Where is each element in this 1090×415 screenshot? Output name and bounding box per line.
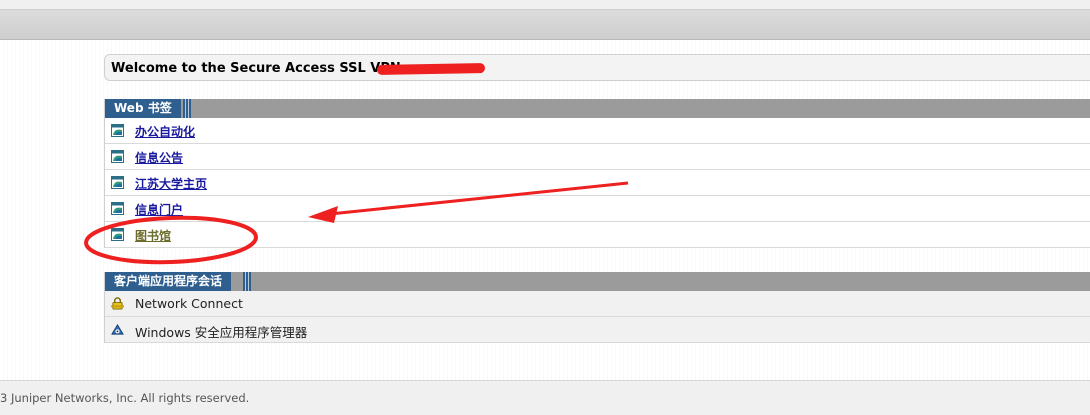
- redaction-mark: [376, 63, 486, 75]
- bookmark-row[interactable]: 信息公告: [105, 144, 1090, 170]
- welcome-banner: Welcome to the Secure Access SSL VPN,: [104, 54, 1090, 81]
- bookmark-row[interactable]: 信息门户: [105, 196, 1090, 222]
- bookmark-link[interactable]: 江苏大学主页: [135, 175, 207, 192]
- bookmark-link[interactable]: 图书馆: [135, 227, 171, 244]
- vpn-portal-page: Welcome to the Secure Access SSL VPN, We…: [0, 0, 1090, 415]
- footer: 3 Juniper Networks, Inc. All rights rese…: [0, 380, 1090, 415]
- web-bookmarks-header: Web 书签: [105, 99, 1090, 118]
- web-bookmark-icon: [111, 124, 124, 137]
- client-apps-header: 客户端应用程序会话: [105, 272, 1090, 291]
- web-bookmark-icon: [111, 202, 124, 215]
- secure-app-manager-icon: [111, 323, 124, 335]
- bookmark-link[interactable]: 办公自动化: [135, 123, 195, 140]
- welcome-text: Welcome to the Secure Access SSL VPN,: [111, 61, 406, 76]
- header-divider: [183, 99, 191, 118]
- copyright-text: 3 Juniper Networks, Inc. All rights rese…: [0, 391, 250, 405]
- app-row[interactable]: Network Connect: [105, 291, 1090, 317]
- web-bookmarks-panel: Web 书签 办公自动化 信息公告 江苏大学主页 信息门户 图书馆: [104, 99, 1090, 248]
- top-strip: [0, 0, 1090, 10]
- web-bookmark-icon: [111, 150, 124, 163]
- bookmark-row[interactable]: 图书馆: [105, 222, 1090, 248]
- network-connect-icon: [111, 297, 124, 310]
- network-connect-link[interactable]: Network Connect: [135, 296, 243, 311]
- app-row[interactable]: Windows 安全应用程序管理器: [105, 317, 1090, 343]
- secure-app-manager-link[interactable]: Windows 安全应用程序管理器: [135, 322, 307, 341]
- web-bookmark-icon: [111, 176, 124, 189]
- bookmark-row[interactable]: 办公自动化: [105, 118, 1090, 144]
- bookmark-link[interactable]: 信息门户: [135, 201, 183, 218]
- bookmark-row[interactable]: 江苏大学主页: [105, 170, 1090, 196]
- web-bookmark-icon: [111, 228, 124, 241]
- web-bookmarks-title: Web 书签: [105, 99, 181, 118]
- bookmark-link[interactable]: 信息公告: [135, 149, 183, 166]
- header-bar: [0, 10, 1090, 40]
- header-divider: [243, 272, 251, 291]
- client-apps-panel: 客户端应用程序会话 Network Connect Windows 安全应用程序…: [104, 272, 1090, 343]
- client-apps-title: 客户端应用程序会话: [105, 272, 232, 291]
